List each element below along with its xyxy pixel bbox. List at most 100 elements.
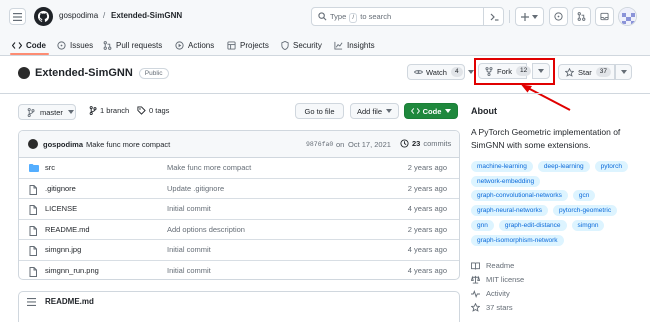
star-button[interactable]: Star 37 — [558, 64, 615, 80]
table-row[interactable]: src Make func more compact 2 years ago — [19, 158, 459, 179]
search-input[interactable]: Type / to search — [311, 7, 504, 26]
command-palette-icon[interactable] — [483, 8, 504, 25]
tab-pull-requests[interactable]: Pull requests — [103, 37, 162, 53]
table-row[interactable]: README.md Add options description 2 years … — [19, 220, 459, 240]
code-icon — [12, 41, 22, 49]
breadcrumb-owner[interactable]: gospodima — [59, 11, 98, 20]
topic-tag[interactable]: graph-convolutional-networks — [471, 190, 568, 202]
about-heading: About — [471, 106, 497, 116]
topic-tag[interactable]: gnn — [471, 219, 494, 231]
topic-tag[interactable]: gcn — [572, 190, 596, 202]
file-name[interactable]: src — [45, 163, 55, 172]
about-link-label: Readme — [486, 261, 515, 270]
user-avatar[interactable] — [618, 7, 637, 26]
github-logo-icon[interactable] — [34, 7, 53, 26]
branch-select[interactable]: master — [18, 104, 76, 120]
commit-count-label: commits — [423, 139, 452, 148]
table-row[interactable]: simgnn_run.png Initial commit 4 years ago — [19, 261, 459, 280]
tab-label: Projects — [240, 40, 269, 50]
topic-tag[interactable]: graph-edit-distance — [498, 219, 567, 231]
commit-message[interactable]: Make func more compact — [86, 140, 170, 149]
file-name[interactable]: simgnn.jpg — [45, 245, 81, 254]
topic-tag[interactable]: network-embedding — [471, 175, 541, 187]
annotation-arrow — [521, 84, 571, 111]
tab-security[interactable]: Security — [281, 37, 322, 53]
file-name[interactable]: simgnn_run.png — [45, 266, 99, 275]
about-description: A PyTorch Geometric implementation of Si… — [471, 127, 621, 150]
history-icon — [400, 139, 409, 148]
tab-insights[interactable]: Insights — [334, 37, 375, 53]
git-branch-icon — [27, 107, 35, 117]
table-row[interactable]: simgnn.jpg Initial commit 4 years ago — [19, 240, 459, 261]
table-row[interactable]: LICENSE Initial commit 4 years ago — [19, 199, 459, 220]
branches-link[interactable]: 1 branch — [89, 106, 129, 115]
topic-tag[interactable]: simgnn — [571, 219, 605, 231]
about-link-label: MIT license — [486, 275, 525, 284]
commit-author-avatar[interactable] — [28, 139, 38, 149]
file-name[interactable]: .gitignore — [45, 184, 76, 193]
add-file-button[interactable]: Add file — [350, 103, 399, 119]
repo-name[interactable]: Extended-SimGNN — [35, 67, 133, 79]
topic-tag[interactable]: pytorch-geometric — [553, 205, 618, 217]
file-commit-message[interactable]: Initial commit — [167, 204, 211, 213]
tab-code[interactable]: Code — [12, 37, 46, 53]
star-dropdown-button[interactable] — [615, 64, 632, 80]
add-file-label: Add file — [356, 106, 383, 116]
readme-panel: README.md — [18, 291, 460, 322]
issue-opened-icon — [554, 12, 563, 21]
about-link-book[interactable]: Readme — [471, 261, 514, 270]
menu-icon[interactable] — [9, 8, 26, 25]
commit-author[interactable]: gospodima — [43, 140, 83, 149]
tab-projects[interactable]: Projects — [227, 37, 269, 53]
repo-owner-avatar[interactable] — [18, 67, 30, 79]
code-button[interactable]: Code — [404, 103, 458, 119]
inbox-button[interactable] — [595, 7, 614, 26]
file-commit-message[interactable]: Add options description — [167, 225, 245, 234]
git-pull-request-icon — [577, 12, 586, 21]
title-divider — [0, 93, 650, 94]
table-row[interactable]: .gitignore Update .gitignore 2 years ago — [19, 179, 459, 199]
about-link-label: Activity — [486, 289, 510, 298]
commits-link[interactable]: 23 commits — [400, 139, 451, 148]
play-icon — [175, 40, 184, 50]
shield-icon — [281, 40, 289, 50]
tab-issues[interactable]: Issues — [57, 37, 93, 53]
search-placeholder: Type / to search — [330, 12, 392, 23]
tag-icon — [137, 106, 146, 115]
topic-tag[interactable]: machine-learning — [471, 161, 533, 172]
git-pull-request-icon — [103, 40, 112, 50]
about-link-star[interactable]: 37 stars — [471, 303, 513, 312]
about-link-pulse[interactable]: Activity — [471, 289, 510, 298]
watch-button[interactable]: Watch 4 — [407, 64, 474, 80]
tab-label: Pull requests — [116, 40, 163, 50]
tags-link[interactable]: 0 tags — [137, 106, 169, 115]
issue-opened-icon — [57, 40, 66, 50]
create-new-button[interactable] — [515, 7, 544, 26]
file-commit-message[interactable]: Initial commit — [167, 245, 211, 254]
issues-button[interactable] — [549, 7, 568, 26]
tab-label: Actions — [188, 40, 215, 50]
topic-tag[interactable]: graph-isomorphism-network — [471, 234, 564, 246]
active-tab-indicator — [10, 53, 49, 55]
topic-tag[interactable]: graph-neural-networks — [471, 205, 549, 217]
file-commit-message[interactable]: Initial commit — [167, 266, 211, 275]
fork-highlight-box — [474, 58, 555, 85]
code-button-label: Code — [422, 106, 442, 116]
topic-tag[interactable]: pytorch — [594, 161, 628, 172]
about-link-law[interactable]: MIT license — [471, 275, 524, 284]
file-age: 4 years ago — [407, 245, 447, 254]
breadcrumb-repo[interactable]: Extended-SimGNN — [111, 11, 182, 20]
file-commit-message[interactable]: Update .gitignore — [167, 184, 224, 193]
go-to-file-button[interactable]: Go to file — [295, 103, 344, 119]
tab-actions[interactable]: Actions — [175, 37, 214, 53]
file-commit-message[interactable]: Make func more compact — [167, 163, 251, 172]
commit-hash[interactable]: 9876fa0 — [306, 141, 333, 148]
tab-label: Security — [293, 40, 322, 50]
list-unordered-icon[interactable] — [27, 298, 36, 306]
topic-tag[interactable]: deep-learning — [537, 161, 590, 172]
file-name[interactable]: README.md — [45, 225, 90, 234]
pull-requests-button[interactable] — [572, 7, 591, 26]
file-name[interactable]: LICENSE — [45, 204, 77, 213]
graph-icon — [334, 41, 343, 50]
file-icon — [29, 266, 37, 277]
